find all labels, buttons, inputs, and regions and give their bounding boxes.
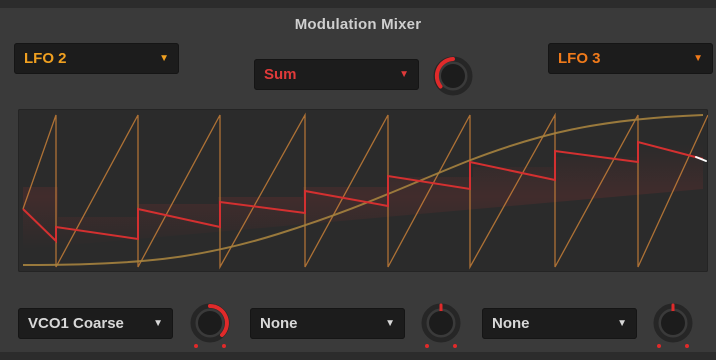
knob-min-dot [657, 344, 661, 348]
chevron-down-icon: ▼ [693, 53, 703, 64]
knob-body [429, 311, 453, 335]
destination-1-amount-knob[interactable] [187, 302, 233, 350]
bottom-divider [0, 352, 716, 360]
chevron-down-icon: ▼ [159, 53, 169, 64]
knob-max-dot [222, 344, 226, 348]
right-source-label: LFO 3 [558, 50, 601, 67]
mix-mode-label: Sum [264, 66, 297, 83]
knob-min-dot [194, 344, 198, 348]
waveform-display [18, 109, 708, 272]
panel-title: Modulation Mixer [294, 16, 422, 33]
destination-3-label: None [492, 315, 530, 332]
knob-min-dot [425, 344, 429, 348]
left-source-dropdown[interactable]: LFO 2 ▼ [14, 43, 179, 74]
chevron-down-icon: ▼ [153, 318, 163, 329]
destination-3-amount-knob[interactable] [650, 302, 696, 350]
knob-body [198, 311, 222, 335]
knob-body [441, 64, 465, 88]
waveform-svg [22, 112, 708, 270]
chevron-down-icon: ▼ [399, 69, 409, 80]
mix-mode-dropdown[interactable]: Sum ▼ [254, 59, 419, 90]
destination-2-amount-knob[interactable] [418, 302, 464, 350]
destination-3-dropdown[interactable]: None ▼ [482, 308, 637, 339]
top-divider [0, 0, 716, 8]
knob-max-dot [453, 344, 457, 348]
chevron-down-icon: ▼ [385, 318, 395, 329]
modulation-mixer-panel: Modulation Mixer LFO 2 ▼ Sum ▼ LFO 3 ▼ V… [0, 0, 716, 360]
left-source-label: LFO 2 [24, 50, 67, 67]
destination-2-dropdown[interactable]: None ▼ [250, 308, 405, 339]
knob-body [661, 311, 685, 335]
destination-1-dropdown[interactable]: VCO1 Coarse ▼ [18, 308, 173, 339]
right-source-dropdown[interactable]: LFO 3 ▼ [548, 43, 713, 74]
destination-1-label: VCO1 Coarse [28, 315, 124, 332]
destination-2-label: None [260, 315, 298, 332]
knob-max-dot [685, 344, 689, 348]
mix-amount-knob[interactable] [432, 55, 474, 97]
chevron-down-icon: ▼ [617, 318, 627, 329]
